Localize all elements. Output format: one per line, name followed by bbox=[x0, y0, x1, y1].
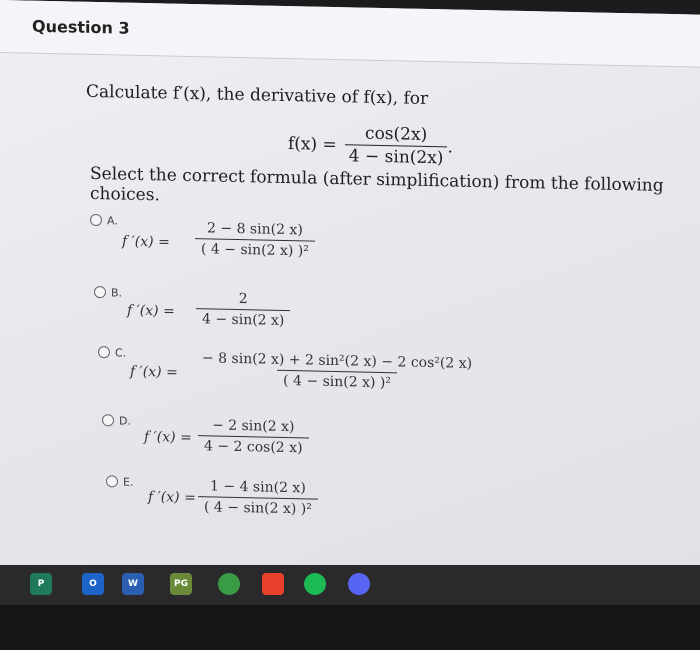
radio-circle-icon[interactable] bbox=[90, 213, 102, 227]
option-b-radio[interactable]: B. bbox=[94, 284, 122, 301]
photos-icon[interactable]: PG bbox=[170, 573, 192, 595]
option-e-lhs: f ′(x) = bbox=[148, 489, 196, 507]
screen-bezel bbox=[0, 605, 700, 650]
browser-content: Question 3 Calculate f′(x), the derivati… bbox=[0, 0, 700, 580]
question-header: Question 3 bbox=[0, 0, 700, 68]
radio-circle-icon[interactable] bbox=[106, 475, 118, 488]
radio-circle-icon[interactable] bbox=[94, 285, 106, 299]
option-a-radio[interactable]: A. bbox=[90, 212, 118, 229]
question-prompt: Calculate f′(x), the derivative of f(x),… bbox=[86, 81, 429, 109]
option-a-lhs: f ′(x) = bbox=[122, 233, 170, 251]
radio-circle-icon[interactable] bbox=[102, 414, 114, 427]
radio-circle-icon[interactable] bbox=[98, 346, 110, 359]
option-b-formula: 2 4 − sin(2 x) bbox=[196, 290, 291, 330]
option-c-denominator: ( 4 − sin(2 x) )² bbox=[277, 369, 397, 392]
option-b-lhs: f ′(x) = bbox=[127, 302, 175, 320]
option-a-formula: 2 − 8 sin(2 x) ( 4 − sin(2 x) )² bbox=[195, 220, 315, 260]
spotify-icon[interactable] bbox=[304, 573, 326, 595]
option-b-denominator: 4 − sin(2 x) bbox=[196, 308, 291, 330]
option-b-numerator: 2 bbox=[238, 291, 248, 308]
option-letter: C. bbox=[115, 345, 127, 360]
function-period: . bbox=[447, 136, 453, 157]
option-c-formula: − 8 sin(2 x) + 2 sin²(2 x) − 2 cos²(2 x)… bbox=[196, 350, 478, 393]
function-denominator: 4 − sin(2x) bbox=[344, 144, 448, 169]
question-title: Question 3 bbox=[32, 16, 130, 38]
option-a-denominator: ( 4 − sin(2 x) )² bbox=[195, 238, 315, 260]
option-e-formula: 1 − 4 sin(2 x) ( 4 − sin(2 x) )² bbox=[198, 478, 318, 518]
word-icon[interactable]: W bbox=[122, 573, 144, 595]
function-fraction: cos(2x) 4 − sin(2x) bbox=[344, 123, 448, 169]
option-letter: D. bbox=[119, 413, 131, 428]
option-d-numerator: − 2 sin(2 x) bbox=[212, 417, 295, 436]
function-lhs: f(x) = bbox=[288, 133, 337, 155]
option-d-formula: − 2 sin(2 x) 4 − 2 cos(2 x) bbox=[198, 417, 309, 457]
discord-icon[interactable] bbox=[348, 573, 370, 595]
pointer-icon[interactable] bbox=[262, 573, 284, 595]
option-letter: E. bbox=[123, 475, 134, 489]
chrome-icon[interactable] bbox=[218, 573, 240, 595]
function-numerator: cos(2x) bbox=[365, 123, 428, 145]
publisher-icon[interactable]: P bbox=[30, 573, 52, 595]
option-letter: A. bbox=[107, 213, 118, 227]
taskbar: P O W PG bbox=[0, 565, 700, 605]
option-c-lhs: f ′(x) = bbox=[130, 363, 178, 381]
option-letter: B. bbox=[111, 285, 123, 300]
option-d-denominator: 4 − 2 cos(2 x) bbox=[198, 435, 309, 457]
option-a-numerator: 2 − 8 sin(2 x) bbox=[207, 220, 303, 239]
option-e-radio[interactable]: E. bbox=[106, 473, 133, 490]
option-e-numerator: 1 − 4 sin(2 x) bbox=[210, 478, 306, 497]
option-d-lhs: f ′(x) = bbox=[144, 429, 192, 447]
outlook-icon[interactable]: O bbox=[82, 573, 104, 595]
function-definition: f(x) = cos(2x) 4 − sin(2x) . bbox=[288, 122, 453, 169]
option-d-radio[interactable]: D. bbox=[102, 412, 131, 429]
option-e-denominator: ( 4 − sin(2 x) )² bbox=[198, 496, 318, 518]
instruction-text: Select the correct formula (after simpli… bbox=[90, 163, 664, 206]
option-c-radio[interactable]: C. bbox=[98, 344, 126, 361]
